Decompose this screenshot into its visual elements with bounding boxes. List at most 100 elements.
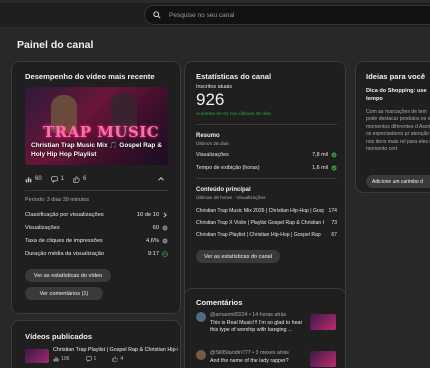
- top-content-title: Conteúdo principal: [196, 187, 251, 193]
- summary-row-watchtime: Tempo de exibição (horas) 1,6 mil: [196, 165, 337, 171]
- published-title: Vídeos publicados: [25, 332, 93, 341]
- comment-video-thumbnail[interactable]: [310, 314, 336, 330]
- summary-value: 7,8 mil: [312, 152, 328, 158]
- channel-stats-title: Estatísticas do canal: [196, 72, 272, 81]
- thumbnail-art-text: TRAP MUSIC: [43, 123, 160, 141]
- comment-text: And the name of the lady rapper?: [210, 357, 289, 364]
- channel-stats-button[interactable]: Ver as estatísticas do canal: [196, 250, 280, 263]
- published-video-stats: 106 1 4: [53, 356, 139, 362]
- metric-label: Duração média da visualização: [25, 251, 105, 257]
- status-neutral-icon: [162, 238, 168, 244]
- bar-chart-icon: [25, 176, 32, 182]
- top-content-item-title: Christian Trap Music Mix 2026 | Christia…: [196, 208, 324, 214]
- video-thumbnail[interactable]: TRAP MUSIC Christian Trap Music Mix 🎵 Go…: [25, 87, 168, 165]
- summary-row-views: Visualizações 7,8 mil: [196, 152, 337, 158]
- metric-label: Classificação por visualizações: [25, 212, 104, 218]
- divider: [25, 190, 168, 191]
- top-edge: [0, 0, 430, 3]
- comments-count: 1: [93, 356, 97, 362]
- top-content-item-title: Christian Trap Playlist | Christian Hip-…: [196, 232, 321, 238]
- metric-row-views: Visualizações 60: [25, 225, 168, 231]
- comment-time: 14 horas atrás: [252, 312, 287, 318]
- avatar: [196, 350, 206, 360]
- summary-label: Visualizações: [196, 152, 229, 158]
- subscribers-delta: Aumento de 01 nos últimos 28 dias: [196, 112, 271, 117]
- comments-stat: 1: [51, 175, 65, 183]
- views-stat: 60: [25, 176, 42, 183]
- status-check-icon: [331, 152, 337, 158]
- summary-title: Resumo: [196, 133, 220, 139]
- page-title: Painel do canal: [17, 39, 94, 51]
- comment-author: @StillStandin777: [210, 350, 251, 356]
- views-count: 60: [35, 176, 42, 182]
- dashboard: Painel do canal Desempenho do vídeo mais…: [0, 28, 430, 368]
- divider: [196, 124, 337, 125]
- likes-count: 4: [120, 356, 124, 362]
- view-comments-button[interactable]: Ver comentários (1): [25, 287, 103, 300]
- comment-author: @arnaomil0224: [210, 312, 248, 318]
- comment-content: @arnaomil0224 • 14 horas atrás This is R…: [210, 312, 303, 334]
- avatar: [196, 312, 206, 322]
- video-stats-row: 60 1 6: [25, 175, 168, 183]
- subscribers-count: 926: [196, 90, 225, 109]
- metric-row-ctr: Taxa de cliques de impressões 4,6%: [25, 238, 168, 244]
- comment-video-thumbnail[interactable]: [310, 351, 336, 367]
- metric-value: 4,6%: [146, 238, 159, 244]
- comment-text: This is Real Music!!! I'm so glad to hea…: [210, 319, 303, 334]
- thumbs-up-icon: [112, 356, 119, 362]
- top-content-item[interactable]: Christian Trap Playlist | Christian Hip-…: [196, 232, 337, 238]
- likes-stat: 6: [73, 175, 87, 183]
- metric-row-rank: Classificação por visualizações 10 de 10: [25, 212, 168, 218]
- search-box[interactable]: [144, 5, 430, 25]
- divider: [196, 178, 337, 179]
- metric-value: 60: [152, 225, 159, 231]
- views-count: 106: [61, 356, 70, 362]
- top-content-item[interactable]: Christian Trap Music Mix 2026 | Christia…: [196, 208, 337, 214]
- thumbs-up-icon: [73, 175, 80, 183]
- metric-label: Taxa de cliques de impressões: [25, 238, 103, 244]
- comment-content: @StillStandin777 • 3 meses atrás And the…: [210, 350, 289, 364]
- top-content-item[interactable]: Christian Trap X Violin | Playlist Gospe…: [196, 220, 337, 226]
- add-timestamp-button[interactable]: Adicione um carimbo d: [366, 175, 430, 188]
- top-content-item-views: 73: [331, 220, 337, 226]
- status-neutral-icon: [162, 225, 168, 231]
- comment-item[interactable]: @StillStandin777 • 3 meses atrás And the…: [196, 350, 341, 368]
- tip-title: Dica do Shopping: use tempo: [366, 88, 427, 102]
- ideas-card: Ideias para você Dica do Shopping: use t…: [355, 61, 430, 193]
- published-video-thumbnail[interactable]: [25, 349, 49, 363]
- chevron-right-icon[interactable]: [162, 212, 168, 218]
- latest-video-title: Desempenho do vídeo mais recente: [25, 72, 155, 81]
- latest-video-card: Desempenho do vídeo mais recente TRAP MU…: [11, 61, 181, 314]
- period-label: Período: 3 dias 39 minutos: [25, 197, 90, 203]
- summary-period: Últimos 28 dias: [196, 142, 229, 147]
- comments-stat: 1: [85, 356, 105, 362]
- comment-time: 3 meses atrás: [255, 350, 289, 356]
- metric-value: 10 de 10: [136, 212, 159, 218]
- ideas-title: Ideias para você: [366, 72, 426, 81]
- tip-body: Com as marcações de tem pode destacar pr…: [366, 109, 430, 153]
- comments-count: 1: [60, 176, 65, 182]
- metric-value: 9:17: [147, 251, 159, 257]
- comment-item[interactable]: @arnaomil0224 • 14 horas atrás This is R…: [196, 312, 341, 342]
- status-up-icon: [162, 251, 168, 257]
- search-input[interactable]: [169, 11, 409, 19]
- status-check-icon: [331, 165, 337, 171]
- published-videos-card: Vídeos publicados Christian Trap Playlis…: [11, 320, 181, 368]
- video-stats-button[interactable]: Ver as estatísticas do vídeo: [25, 269, 111, 282]
- top-bar: [0, 0, 430, 28]
- top-content-item-views: 67: [331, 232, 337, 238]
- metric-label: Visualizações: [25, 225, 60, 231]
- top-content-period: Últimas 48 horas · Visualizações: [196, 196, 266, 201]
- published-video-title[interactable]: Christian Trap Playlist | Gospel Rap & C…: [53, 347, 178, 353]
- search-icon[interactable]: [153, 11, 161, 19]
- likes-count: 6: [83, 176, 87, 182]
- summary-label: Tempo de exibição (horas): [196, 165, 260, 171]
- summary-value: 1,6 mil: [312, 165, 328, 171]
- thumbnail-caption: Christian Trap Music Mix 🎵 Gospel Rap & …: [31, 142, 162, 158]
- views-stat: 106: [53, 356, 78, 362]
- comments-title: Comentários: [196, 298, 243, 307]
- top-content-item-views: 174: [328, 208, 338, 214]
- chevron-up-icon[interactable]: [157, 175, 165, 183]
- likes-stat: 4: [112, 356, 131, 362]
- top-content-item-title: Christian Trap X Violin | Playlist Gospe…: [196, 220, 324, 226]
